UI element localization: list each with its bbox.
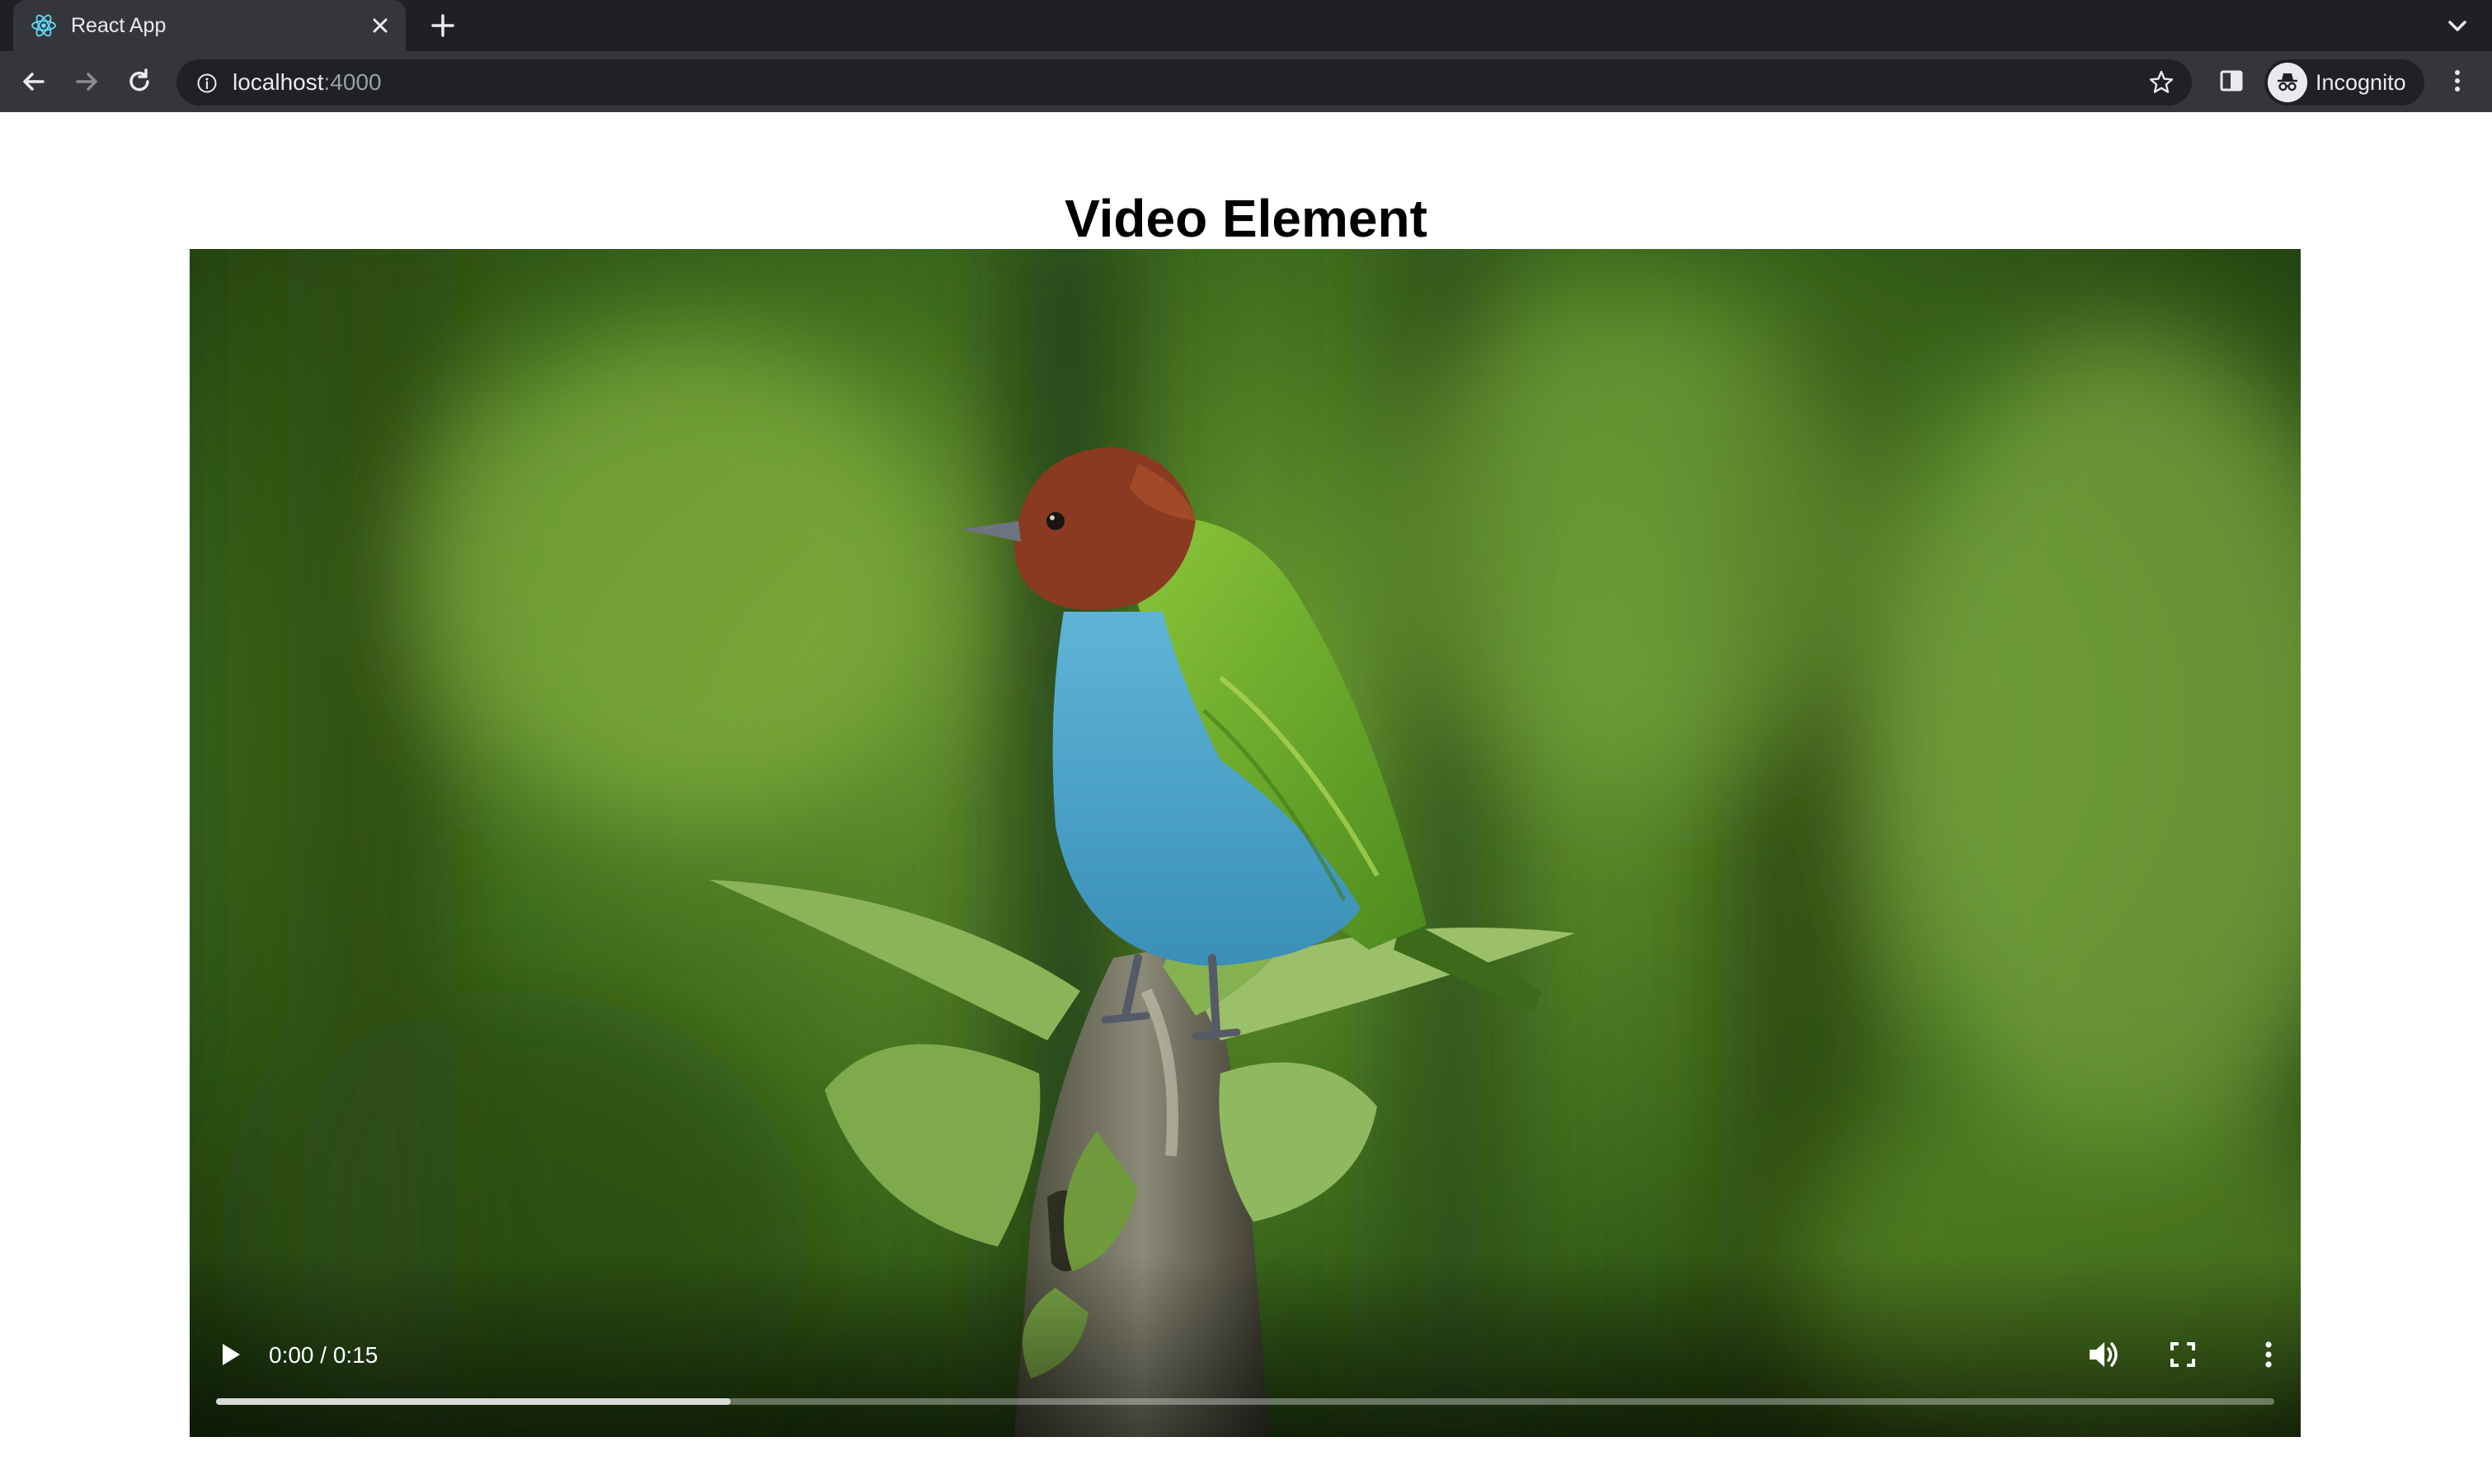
back-arrow-icon[interactable]	[16, 64, 51, 99]
info-icon[interactable]	[196, 73, 218, 94]
volume-icon[interactable]	[2083, 1334, 2124, 1375]
side-panel-icon[interactable]	[2215, 64, 2248, 97]
fullscreen-icon[interactable]	[2164, 1336, 2202, 1374]
profile-label: Incognito	[2316, 70, 2406, 95]
new-tab-icon[interactable]	[426, 8, 460, 43]
play-icon[interactable]	[211, 1336, 249, 1374]
close-tab-icon[interactable]	[364, 10, 396, 41]
tab-title: React App	[71, 14, 167, 37]
controls-overlay	[190, 1256, 2301, 1437]
video-player[interactable]: 0:00 / 0:15	[190, 249, 2301, 1437]
reload-icon[interactable]	[122, 64, 157, 99]
browser-tab[interactable]: React App	[13, 0, 406, 51]
incognito-profile-button[interactable]: Incognito	[2264, 59, 2424, 106]
bookmark-star-icon[interactable]	[2147, 68, 2175, 96]
tab-strip: React App	[0, 0, 2492, 51]
more-vertical-icon[interactable]	[2441, 64, 2474, 97]
forward-arrow-icon[interactable]	[69, 64, 104, 99]
address-bar[interactable]: localhost:4000	[176, 59, 2192, 106]
incognito-icon	[2268, 63, 2307, 102]
url-port: :4000	[323, 69, 382, 95]
more-options-icon[interactable]	[2250, 1336, 2287, 1374]
browser-toolbar: localhost:4000 Incognito	[0, 51, 2492, 112]
url-host: localhost	[233, 69, 324, 95]
progress-bar[interactable]	[216, 1398, 2274, 1405]
react-logo-icon	[31, 14, 56, 37]
time-display: 0:00 / 0:15	[269, 1342, 379, 1368]
chevron-down-icon[interactable]	[2441, 10, 2474, 43]
url-text: localhost:4000	[233, 68, 382, 97]
progress-buffered	[216, 1398, 731, 1405]
page-title: Video Element	[1065, 188, 1427, 248]
